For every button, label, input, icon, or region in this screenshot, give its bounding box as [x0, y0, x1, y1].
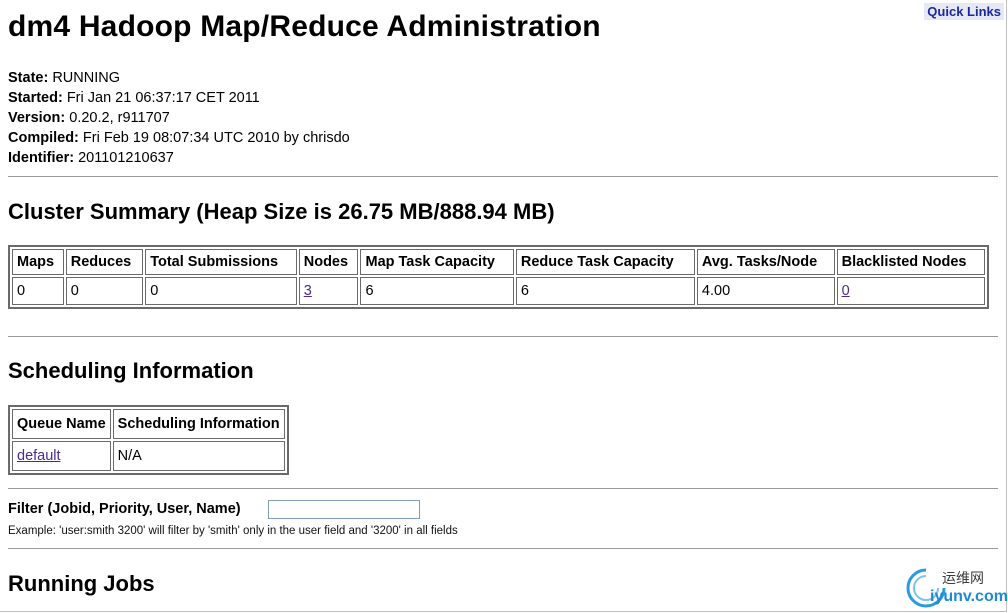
scheduling-info-heading: Scheduling Information: [8, 358, 254, 383]
col-avg-tasks-node: Avg. Tasks/Node: [696, 249, 835, 275]
table-header-row: Maps Reduces Total Submissions Nodes Map…: [12, 249, 985, 275]
col-total-submissions: Total Submissions: [145, 249, 297, 275]
table-row: default N/A: [12, 441, 285, 471]
blacklisted-nodes-link[interactable]: 0: [842, 283, 850, 299]
state-label: State:: [8, 70, 49, 86]
reduces-value: 0: [65, 277, 144, 305]
scheduling-table: Queue Name Scheduling Information defaul…: [8, 405, 289, 475]
col-maps: Maps: [12, 249, 64, 275]
divider: [8, 176, 998, 177]
table-header-row: Queue Name Scheduling Information: [12, 409, 285, 439]
identifier-line: Identifier: 201101210637: [8, 148, 350, 168]
filter-input[interactable]: [268, 500, 420, 519]
version-label: Version:: [8, 110, 66, 126]
state-value: RUNNING: [52, 70, 120, 86]
divider: [8, 336, 998, 337]
divider: [8, 488, 998, 489]
page-title: dm4 Hadoop Map/Reduce Administration: [8, 10, 601, 43]
queue-default-link[interactable]: default: [17, 448, 61, 464]
maps-value: 0: [12, 277, 64, 305]
nodes-cell: 3: [298, 277, 359, 305]
total-submissions-value: 0: [145, 277, 297, 305]
filter-example: Example: 'user:smith 3200' will filter b…: [8, 525, 458, 537]
nodes-link[interactable]: 3: [304, 283, 312, 299]
started-label: Started:: [8, 90, 63, 106]
blacklisted-nodes-cell: 0: [836, 277, 985, 305]
jobtracker-info: State: RUNNING Started: Fri Jan 21 06:37…: [8, 68, 350, 168]
col-queue-name: Queue Name: [12, 409, 111, 439]
version-line: Version: 0.20.2, r911707: [8, 108, 350, 128]
compiled-line: Compiled: Fri Feb 19 08:07:34 UTC 2010 b…: [8, 128, 350, 148]
running-jobs-heading: Running Jobs: [8, 571, 155, 596]
identifier-value: 201101210637: [78, 150, 174, 166]
avg-tasks-node-value: 4.00: [696, 277, 835, 305]
started-line: Started: Fri Jan 21 06:37:17 CET 2011: [8, 88, 350, 108]
watermark-text-top: 运维网: [942, 570, 984, 586]
map-task-capacity-value: 6: [360, 277, 514, 305]
watermark-text-bottom: iyunv.com: [930, 588, 1008, 605]
started-value: Fri Jan 21 06:37:17 CET 2011: [66, 90, 260, 106]
compiled-value: Fri Feb 19 08:07:34 UTC 2010 by chrisdo: [82, 130, 350, 146]
cluster-summary-table: Maps Reduces Total Submissions Nodes Map…: [8, 245, 989, 309]
col-nodes: Nodes: [298, 249, 359, 275]
compiled-label: Compiled:: [8, 130, 79, 146]
col-scheduling-information: Scheduling Information: [112, 409, 285, 439]
queue-name-cell: default: [12, 441, 111, 471]
identifier-label: Identifier:: [8, 150, 75, 166]
col-reduces: Reduces: [65, 249, 144, 275]
col-map-task-capacity: Map Task Capacity: [360, 249, 514, 275]
col-reduce-task-capacity: Reduce Task Capacity: [515, 249, 695, 275]
reduce-task-capacity-value: 6: [515, 277, 695, 305]
col-blacklisted-nodes: Blacklisted Nodes: [836, 249, 985, 275]
table-row: 0 0 0 3 6 6 4.00 0: [12, 277, 985, 305]
cluster-summary-heading: Cluster Summary (Heap Size is 26.75 MB/8…: [8, 199, 555, 224]
state-line: State: RUNNING: [8, 68, 350, 88]
watermark-logo: 运维网 iyunv.com: [904, 566, 1008, 610]
quick-links-link[interactable]: Quick Links: [924, 3, 1004, 20]
filter-label: Filter (Jobid, Priority, User, Name): [8, 501, 241, 517]
scheduling-info-value: N/A: [112, 441, 285, 471]
version-value: 0.20.2, r911707: [69, 110, 170, 126]
divider: [8, 548, 998, 549]
